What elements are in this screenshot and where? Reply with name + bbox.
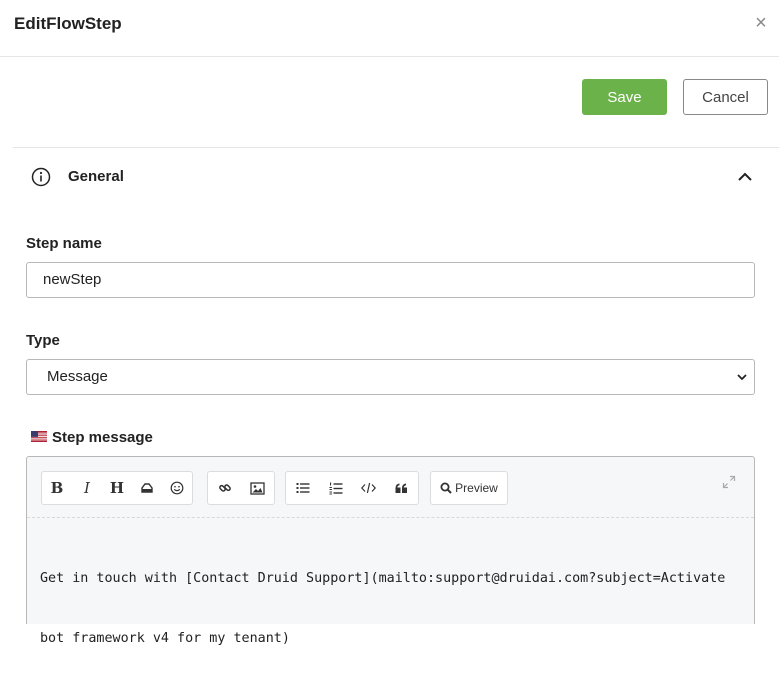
markdown-editor: B I H Preview Get in touch with [Contact…: [26, 456, 755, 646]
type-select[interactable]: Message: [26, 359, 755, 395]
numbered-list-icon: [329, 482, 342, 494]
type-label: Type: [26, 332, 60, 349]
editor-toolbar: B I H Preview: [27, 457, 754, 518]
heading-button[interactable]: H: [102, 472, 132, 504]
section-header-general[interactable]: General: [13, 155, 779, 199]
quote-button[interactable]: [385, 472, 418, 504]
numbered-list-button[interactable]: [319, 472, 352, 504]
eraser-icon: [141, 483, 153, 493]
dialog-header: EditFlowStep ×: [0, 0, 779, 57]
step-name-input[interactable]: newStep: [26, 262, 755, 298]
cancel-button[interactable]: Cancel: [683, 79, 768, 115]
message-line: Get in touch with [Contact Druid Support…: [40, 571, 726, 586]
link-icon: [218, 484, 231, 492]
chevron-up-icon[interactable]: [735, 167, 755, 187]
step-name-label: Step name: [26, 235, 102, 252]
preview-button[interactable]: Preview: [430, 471, 508, 505]
emoji-button[interactable]: [162, 472, 192, 504]
search-icon: [440, 482, 452, 494]
code-icon: [361, 482, 376, 494]
preview-label: Preview: [455, 481, 498, 495]
smiley-icon: [170, 481, 184, 495]
quote-icon: [395, 483, 407, 493]
message-textarea[interactable]: Get in touch with [Contact Druid Support…: [40, 529, 740, 689]
image-button[interactable]: [241, 472, 274, 504]
image-icon: [250, 481, 265, 495]
bullet-list-icon: [296, 483, 309, 493]
format-group: B I H: [41, 471, 193, 505]
type-select-value: Message: [47, 368, 108, 385]
eraser-button[interactable]: [132, 472, 162, 504]
section-title: General: [68, 168, 124, 185]
info-icon: [31, 167, 51, 187]
chevron-down-icon: [737, 374, 747, 381]
save-button[interactable]: Save: [582, 79, 667, 115]
us-flag-icon: [31, 431, 47, 442]
message-line: bot framework v4 for my tenant): [40, 631, 290, 646]
bold-button[interactable]: B: [42, 472, 72, 504]
step-message-label: Step message: [52, 429, 153, 446]
insert-group: [207, 471, 275, 505]
italic-button[interactable]: I: [72, 472, 102, 504]
close-icon[interactable]: ×: [752, 13, 770, 33]
divider: [13, 147, 779, 148]
bullet-list-button[interactable]: [286, 472, 319, 504]
dialog-title: EditFlowStep: [14, 14, 122, 33]
link-button[interactable]: [208, 472, 241, 504]
block-group: [285, 471, 419, 505]
expand-icon[interactable]: [722, 475, 736, 489]
code-button[interactable]: [352, 472, 385, 504]
